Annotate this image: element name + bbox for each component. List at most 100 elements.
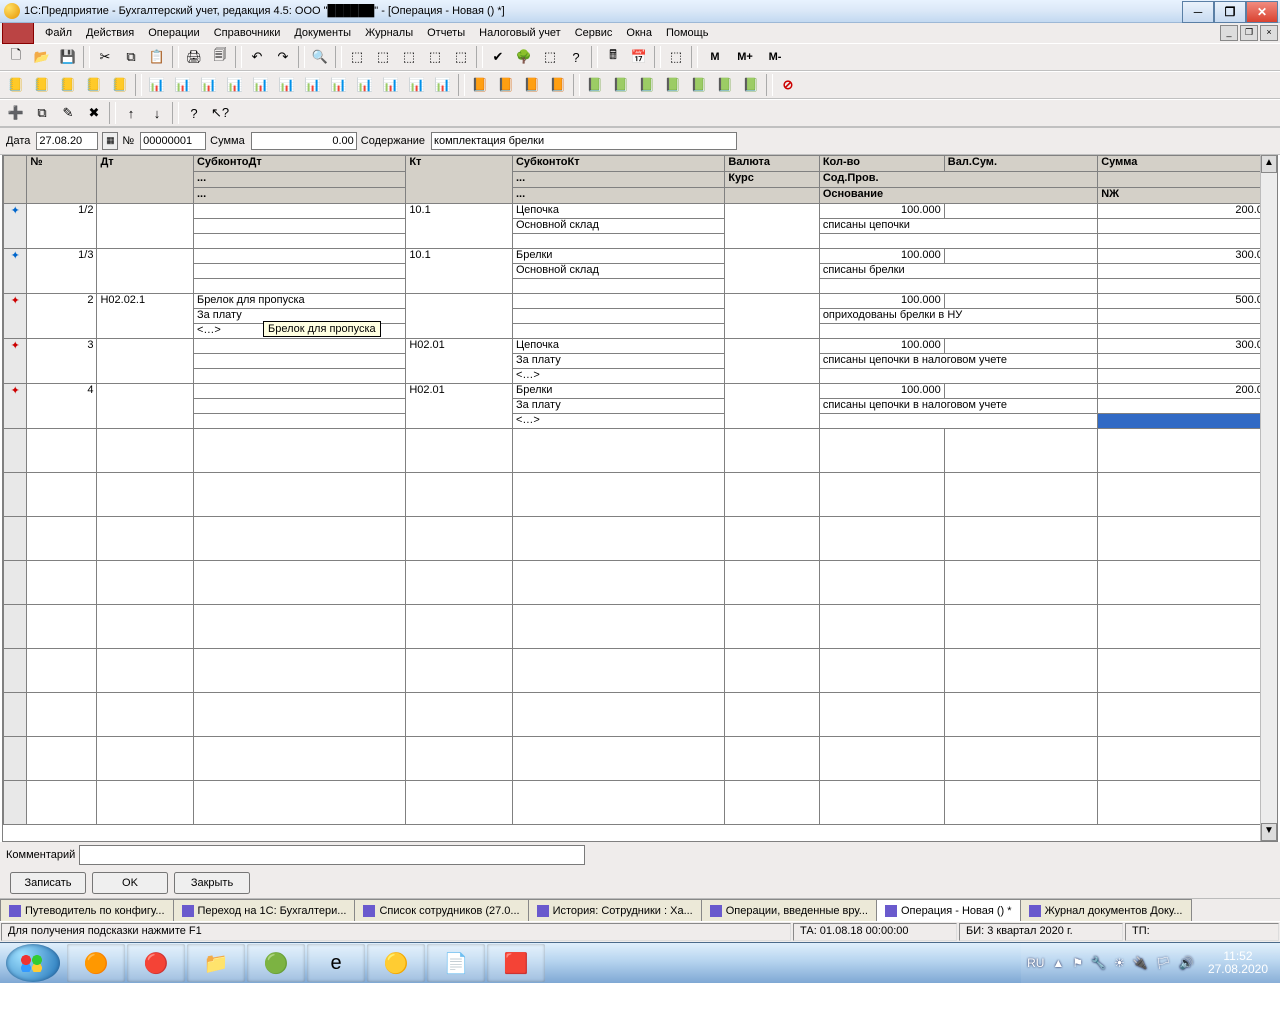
- ref-icon[interactable]: 📗: [609, 73, 633, 97]
- menu-service[interactable]: Сервис: [568, 25, 620, 41]
- taskbar-item[interactable]: 📄: [427, 944, 485, 982]
- menu-documents[interactable]: Документы: [287, 25, 358, 41]
- table-row[interactable]: За платуоприходованы брелки в НУ: [4, 309, 1273, 324]
- report-icon[interactable]: 📊: [197, 73, 221, 97]
- mdi-restore-button[interactable]: ❐: [1240, 25, 1258, 41]
- menu-references[interactable]: Справочники: [207, 25, 288, 41]
- preview-icon[interactable]: 🗐: [208, 45, 232, 69]
- ref-icon[interactable]: 📙: [546, 73, 570, 97]
- tray-icon[interactable]: ▲: [1052, 956, 1064, 970]
- ref-icon[interactable]: 📗: [687, 73, 711, 97]
- col-dt[interactable]: Дт: [97, 156, 194, 204]
- col-valsum[interactable]: Вал.Сум.: [944, 156, 1097, 172]
- sum-input[interactable]: [251, 132, 357, 150]
- window-minimize-button[interactable]: ─: [1182, 1, 1214, 23]
- new-icon[interactable]: 🗋: [4, 45, 28, 69]
- tool-icon[interactable]: ⬚: [423, 45, 447, 69]
- col-marker[interactable]: [4, 156, 27, 204]
- table-row[interactable]: <…>: [4, 324, 1273, 339]
- scroll-up-button[interactable]: ▲: [1261, 155, 1277, 173]
- tray-clock[interactable]: 11:52 27.08.2020: [1202, 950, 1274, 976]
- undo-icon[interactable]: ↶: [245, 45, 269, 69]
- journal-icon[interactable]: 📒: [4, 73, 28, 97]
- system-menu-icon[interactable]: [2, 22, 34, 44]
- col-subkt-sub[interactable]: ...: [512, 172, 724, 188]
- table-row[interactable]: ✦2Н02.02.1Брелок для пропуска100.000500.…: [4, 294, 1273, 309]
- col-empty[interactable]: [1098, 172, 1273, 188]
- table-row[interactable]: [4, 234, 1273, 249]
- mdi-tab[interactable]: История: Сотрудники : Ха...: [528, 899, 702, 921]
- calc-icon[interactable]: 🖩: [601, 45, 625, 69]
- ref-icon[interactable]: 📙: [494, 73, 518, 97]
- tray-icon[interactable]: ⚑: [1072, 956, 1083, 970]
- table-row[interactable]: [4, 279, 1273, 294]
- taskbar-item[interactable]: e: [307, 944, 365, 982]
- col-subdt[interactable]: СубконтоДт: [193, 156, 405, 172]
- ref-icon[interactable]: 📗: [739, 73, 763, 97]
- move-down-icon[interactable]: ↓: [145, 101, 169, 125]
- start-button[interactable]: [6, 944, 60, 982]
- memory-mplus-button[interactable]: M+: [731, 45, 759, 69]
- taskbar-item[interactable]: 📁: [187, 944, 245, 982]
- table-row[interactable]: Основной складсписаны цепочки: [4, 219, 1273, 234]
- mdi-minimize-button[interactable]: _: [1220, 25, 1238, 41]
- ref-icon[interactable]: 📙: [468, 73, 492, 97]
- ok-button[interactable]: OK: [92, 872, 168, 894]
- table-row[interactable]: За платусписаны цепочки в налоговом учет…: [4, 354, 1273, 369]
- tool-icon[interactable]: ⬚: [664, 45, 688, 69]
- taskbar-item[interactable]: 🟡: [367, 944, 425, 982]
- report-icon[interactable]: 📊: [405, 73, 429, 97]
- question-icon[interactable]: ?: [182, 101, 206, 125]
- col-basis[interactable]: Основание: [819, 188, 1097, 204]
- col-nj[interactable]: NЖ: [1098, 188, 1273, 204]
- table-row-empty[interactable]: [4, 561, 1273, 605]
- report-icon[interactable]: 📊: [145, 73, 169, 97]
- close-button[interactable]: Закрыть: [174, 872, 250, 894]
- row-copy-icon[interactable]: ⧉: [30, 101, 54, 125]
- col-kt[interactable]: Кт: [406, 156, 513, 204]
- calendar-icon[interactable]: 📅: [627, 45, 651, 69]
- comment-input[interactable]: [79, 845, 585, 865]
- report-icon[interactable]: 📊: [379, 73, 403, 97]
- tray-icon[interactable]: 🔌: [1133, 956, 1148, 970]
- table-row-empty[interactable]: [4, 473, 1273, 517]
- journal-icon[interactable]: 📒: [82, 73, 106, 97]
- memory-mminus-button[interactable]: M-: [761, 45, 789, 69]
- table-row[interactable]: <…>: [4, 414, 1273, 429]
- menu-tax[interactable]: Налоговый учет: [472, 25, 568, 41]
- table-row-empty[interactable]: [4, 693, 1273, 737]
- window-close-button[interactable]: ✕: [1246, 1, 1278, 23]
- open-icon[interactable]: 📂: [30, 45, 54, 69]
- ref-icon[interactable]: 📙: [520, 73, 544, 97]
- mdi-tab[interactable]: Путеводитель по конфигу...: [0, 899, 174, 921]
- mdi-tab[interactable]: Список сотрудников (27.0...: [354, 899, 528, 921]
- ref-icon[interactable]: 📗: [635, 73, 659, 97]
- tray-icon[interactable]: ☀: [1114, 956, 1125, 970]
- ref-icon[interactable]: 📗: [583, 73, 607, 97]
- num-input[interactable]: [140, 132, 206, 150]
- taskbar-item[interactable]: 🟠: [67, 944, 125, 982]
- tray-icon[interactable]: 🔧: [1091, 956, 1106, 970]
- window-maximize-button[interactable]: ❐: [1214, 1, 1246, 23]
- table-row[interactable]: ✦1/210.1Цепочка100.000200.00: [4, 204, 1273, 219]
- col-subdt-sub[interactable]: ...: [193, 172, 405, 188]
- report-icon[interactable]: 📊: [249, 73, 273, 97]
- row-new-icon[interactable]: ➕: [4, 101, 28, 125]
- print-icon[interactable]: 🖨: [182, 45, 206, 69]
- mdi-tab[interactable]: Операция - Новая () *: [876, 899, 1021, 921]
- table-row[interactable]: <…>: [4, 369, 1273, 384]
- paste-icon[interactable]: 📋: [145, 45, 169, 69]
- mdi-tab[interactable]: Журнал документов Доку...: [1020, 899, 1192, 921]
- col-sum[interactable]: Сумма: [1098, 156, 1273, 172]
- col-empty2[interactable]: [725, 188, 819, 204]
- taskbar-item[interactable]: 🔴: [127, 944, 185, 982]
- date-picker-button[interactable]: ▦: [102, 132, 118, 150]
- tray-flag-icon[interactable]: 🏳: [1156, 956, 1171, 970]
- table-row[interactable]: Основной складсписаны брелки: [4, 264, 1273, 279]
- col-qty[interactable]: Кол-во: [819, 156, 944, 172]
- col-subkt[interactable]: СубконтоКт: [512, 156, 724, 172]
- mdi-tab[interactable]: Переход на 1С: Бухгалтери...: [173, 899, 356, 921]
- report-icon[interactable]: 📊: [223, 73, 247, 97]
- help-icon[interactable]: ?: [564, 45, 588, 69]
- menu-help[interactable]: Помощь: [659, 25, 716, 41]
